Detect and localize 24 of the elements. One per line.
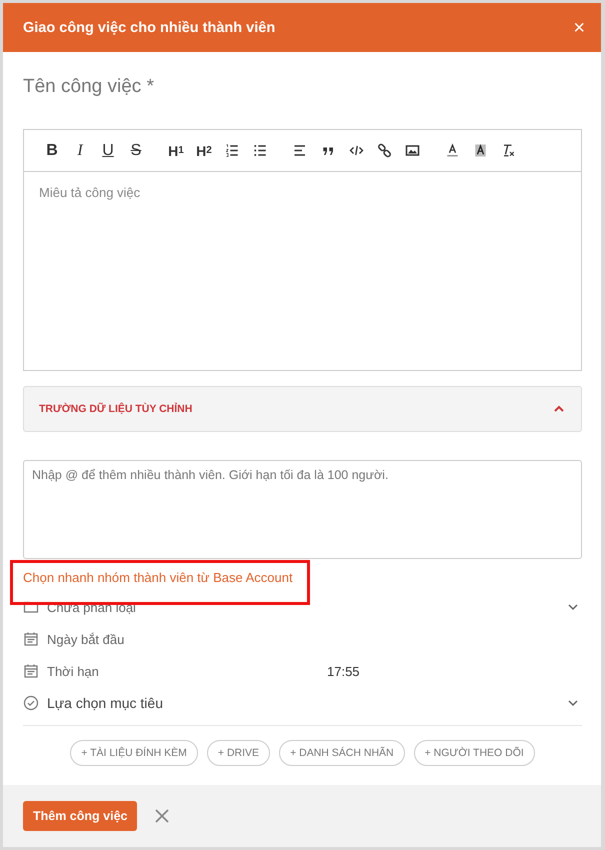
dialog-title: Giao công việc cho nhiều thành viên <box>23 20 276 36</box>
field-label[interactable]: Thời hạn <box>47 664 327 678</box>
panel-title: TRƯỜNG DỮ LIỆU TÙY CHỈNH <box>39 403 192 415</box>
time-value[interactable]: 17:55 <box>327 664 582 678</box>
quick-pick-link[interactable]: Chọn nhanh nhóm thành viên từ Base Account <box>23 570 293 584</box>
add-chip[interactable]: + NGƯỜI THEO DÕI <box>414 740 535 766</box>
calendar-icon <box>23 663 39 679</box>
strike-button[interactable]: S <box>122 138 150 162</box>
underline-button[interactable]: U <box>94 138 122 162</box>
description-field[interactable]: Miêu tả công việc <box>23 172 582 371</box>
check-circle-icon <box>23 695 39 711</box>
calendar-icon <box>23 631 39 647</box>
close-icon[interactable] <box>155 809 170 823</box>
bold-button[interactable]: B <box>38 138 66 162</box>
italic-button[interactable]: I <box>66 138 94 162</box>
custom-fields-panel[interactable]: TRƯỜNG DỮ LIỆU TÙY CHỈNH <box>23 386 582 432</box>
members-field[interactable]: Nhập @ để thêm nhiều thành viên. Giới hạn tối đa là 100 người. <box>23 460 582 559</box>
field-label[interactable]: Lựa chọn mục tiêu <box>47 695 327 711</box>
add-chip[interactable]: + DANH SÁCH NHÃN <box>279 740 405 766</box>
field-label[interactable]: Ngày bắt đầu <box>47 632 327 646</box>
add-chip[interactable]: + DRIVE <box>206 740 270 766</box>
submit-button[interactable]: Thêm công việc <box>23 801 138 831</box>
add-chip[interactable]: + TÀI LIỆU ĐÍNH KÈM <box>70 740 198 766</box>
close-button[interactable]: × <box>573 18 585 38</box>
